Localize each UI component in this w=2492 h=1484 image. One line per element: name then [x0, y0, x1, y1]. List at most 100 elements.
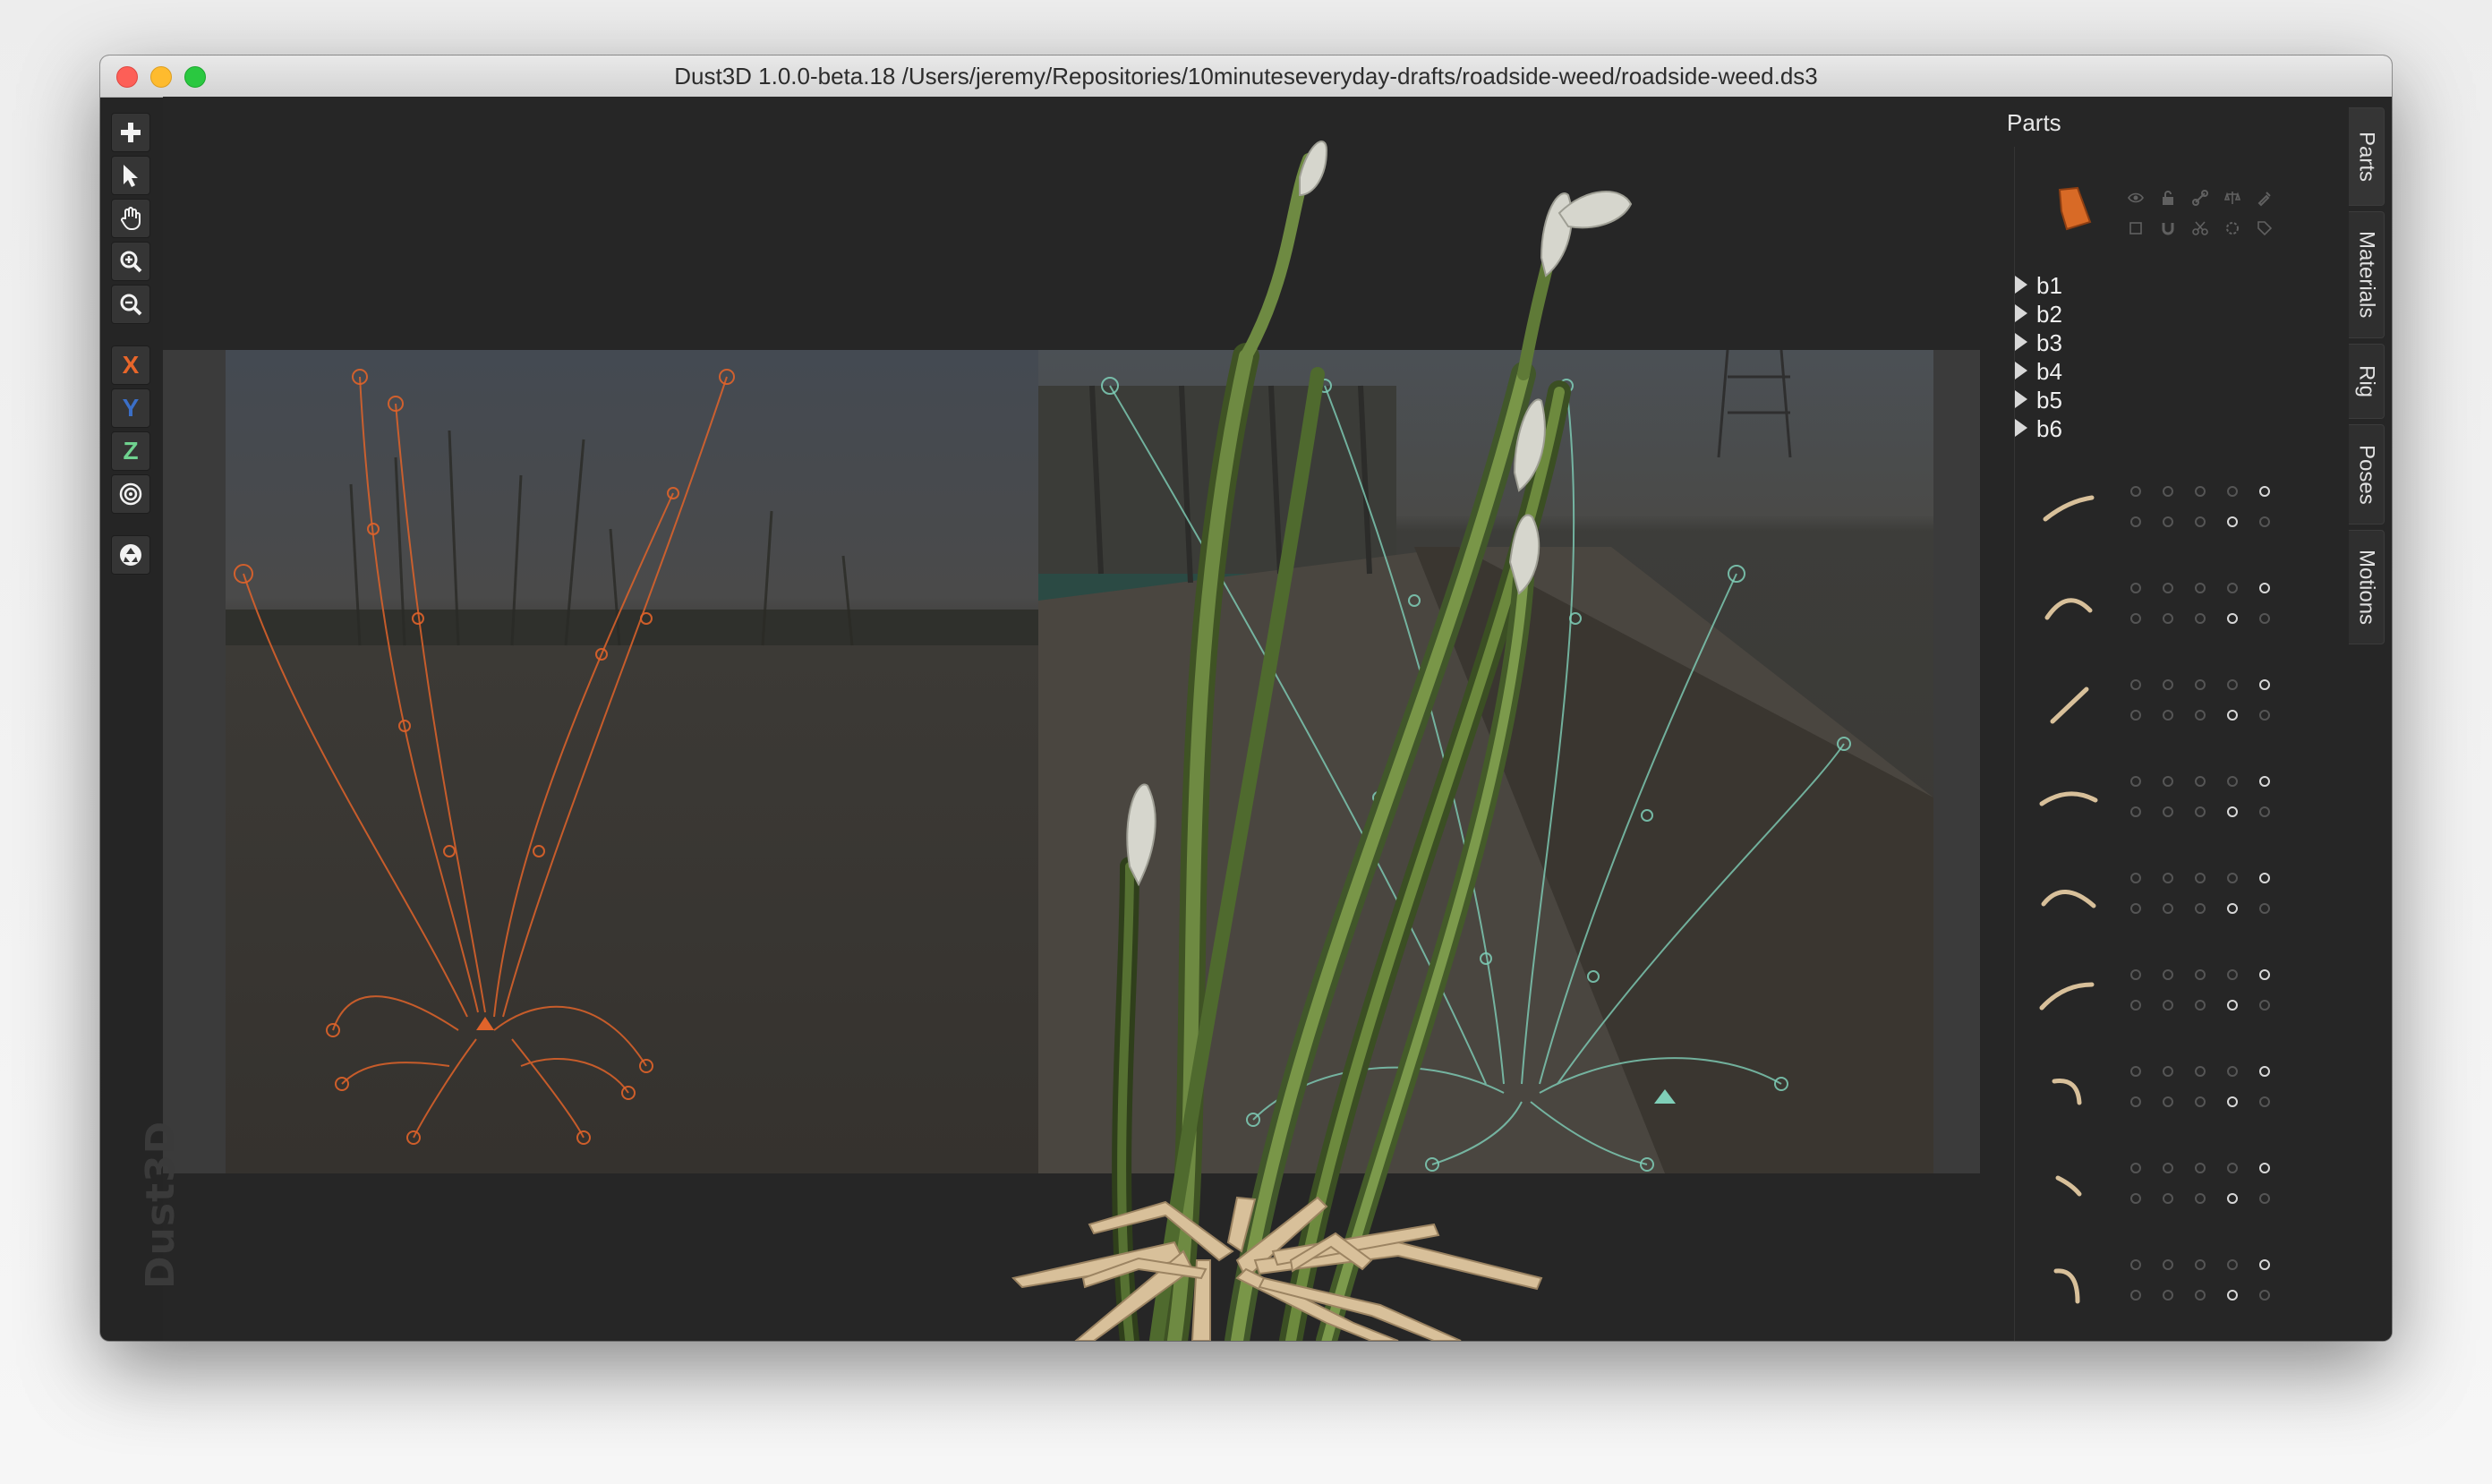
tab-motions[interactable]: Motions [2349, 530, 2385, 644]
lock-icon[interactable] [2158, 1158, 2178, 1178]
round-icon[interactable] [2223, 218, 2242, 238]
color-picker-icon[interactable] [2255, 868, 2274, 888]
link-icon[interactable] [2190, 188, 2210, 208]
link-icon[interactable] [2190, 482, 2210, 501]
part-row[interactable] [2015, 1328, 2337, 1341]
tab-parts[interactable]: Parts [2349, 107, 2385, 206]
radial-toggle-icon[interactable] [111, 474, 150, 514]
color-picker-icon[interactable] [2255, 188, 2274, 208]
scissors-icon[interactable] [2190, 609, 2210, 628]
lock-icon[interactable] [2158, 578, 2178, 598]
3d-viewport[interactable] [163, 97, 2104, 1341]
eye-icon[interactable] [2126, 772, 2146, 791]
scissors-icon[interactable] [2190, 512, 2210, 532]
magnet-icon[interactable] [2158, 1285, 2178, 1305]
color-picker-icon[interactable] [2255, 578, 2274, 598]
part-row[interactable] [2015, 845, 2337, 942]
checkbox-icon[interactable] [2126, 1189, 2146, 1208]
part-row[interactable] [2015, 165, 2337, 261]
round-icon[interactable] [2223, 1092, 2242, 1112]
lock-icon[interactable] [2158, 772, 2178, 791]
checkbox-icon[interactable] [2126, 899, 2146, 918]
checkbox-icon[interactable] [2126, 609, 2146, 628]
magnet-icon[interactable] [2158, 512, 2178, 532]
scissors-icon[interactable] [2190, 1092, 2210, 1112]
tab-rig[interactable]: Rig [2349, 344, 2385, 419]
tag-icon[interactable] [2255, 1189, 2274, 1208]
magnet-icon[interactable] [2158, 609, 2178, 628]
lock-icon[interactable] [2158, 675, 2178, 695]
balance-icon[interactable] [2223, 965, 2242, 985]
group-b6[interactable]: b6 [2015, 414, 2283, 442]
lock-icon[interactable] [2158, 965, 2178, 985]
color-picker-icon[interactable] [2255, 1255, 2274, 1275]
part-row[interactable] [2015, 1038, 2337, 1135]
scissors-icon[interactable] [2190, 218, 2210, 238]
zoom-out-icon[interactable] [111, 285, 150, 324]
tab-poses[interactable]: Poses [2349, 424, 2385, 525]
magnet-icon[interactable] [2158, 802, 2178, 822]
group-b2[interactable]: b2 [2015, 299, 2283, 328]
eye-icon[interactable] [2126, 675, 2146, 695]
balance-icon[interactable] [2223, 772, 2242, 791]
tag-icon[interactable] [2255, 609, 2274, 628]
tag-icon[interactable] [2255, 899, 2274, 918]
select-icon[interactable] [111, 156, 150, 195]
zoom-in-icon[interactable] [111, 242, 150, 281]
tag-icon[interactable] [2255, 995, 2274, 1015]
color-picker-icon[interactable] [2255, 965, 2274, 985]
tag-icon[interactable] [2255, 705, 2274, 725]
color-picker-icon[interactable] [2255, 482, 2274, 501]
eye-icon[interactable] [2126, 1255, 2146, 1275]
scissors-icon[interactable] [2190, 995, 2210, 1015]
part-row[interactable] [2015, 555, 2337, 652]
eye-icon[interactable] [2126, 188, 2146, 208]
lock-icon[interactable] [2158, 188, 2178, 208]
round-icon[interactable] [2223, 705, 2242, 725]
balance-icon[interactable] [2223, 188, 2242, 208]
link-icon[interactable] [2190, 1062, 2210, 1081]
expand-arrow-icon[interactable] [2015, 390, 2027, 408]
round-icon[interactable] [2223, 995, 2242, 1015]
magnet-icon[interactable] [2158, 1092, 2178, 1112]
lock-icon[interactable] [2158, 482, 2178, 501]
scissors-icon[interactable] [2190, 802, 2210, 822]
checkbox-icon[interactable] [2126, 705, 2146, 725]
y-axis-toggle[interactable]: Y [111, 388, 150, 428]
group-b3[interactable]: b3 [2015, 328, 2283, 356]
balance-icon[interactable] [2223, 1255, 2242, 1275]
link-icon[interactable] [2190, 1158, 2210, 1178]
group-b5[interactable]: b5 [2015, 385, 2283, 414]
tag-icon[interactable] [2255, 1092, 2274, 1112]
checkbox-icon[interactable] [2126, 1092, 2146, 1112]
part-row[interactable] [2015, 1232, 2337, 1328]
round-icon[interactable] [2223, 802, 2242, 822]
lock-icon[interactable] [2158, 1255, 2178, 1275]
magnet-icon[interactable] [2158, 1189, 2178, 1208]
recycle-icon[interactable] [111, 535, 150, 575]
checkbox-icon[interactable] [2126, 995, 2146, 1015]
z-axis-toggle[interactable]: Z [111, 431, 150, 471]
tag-icon[interactable] [2255, 802, 2274, 822]
round-icon[interactable] [2223, 512, 2242, 532]
magnet-icon[interactable] [2158, 705, 2178, 725]
link-icon[interactable] [2190, 965, 2210, 985]
eye-icon[interactable] [2126, 868, 2146, 888]
balance-icon[interactable] [2223, 675, 2242, 695]
group-b4[interactable]: b4 [2015, 356, 2283, 385]
lock-icon[interactable] [2158, 1062, 2178, 1081]
link-icon[interactable] [2190, 578, 2210, 598]
link-icon[interactable] [2190, 772, 2210, 791]
eye-icon[interactable] [2126, 1062, 2146, 1081]
hand-icon[interactable] [111, 199, 150, 238]
balance-icon[interactable] [2223, 1158, 2242, 1178]
tag-icon[interactable] [2255, 1285, 2274, 1305]
eye-icon[interactable] [2126, 965, 2146, 985]
group-b1[interactable]: b1 [2015, 270, 2283, 299]
magnet-icon[interactable] [2158, 899, 2178, 918]
add-icon[interactable] [111, 113, 150, 152]
link-icon[interactable] [2190, 675, 2210, 695]
color-picker-icon[interactable] [2255, 1062, 2274, 1081]
checkbox-icon[interactable] [2126, 512, 2146, 532]
part-row[interactable] [2015, 748, 2337, 845]
